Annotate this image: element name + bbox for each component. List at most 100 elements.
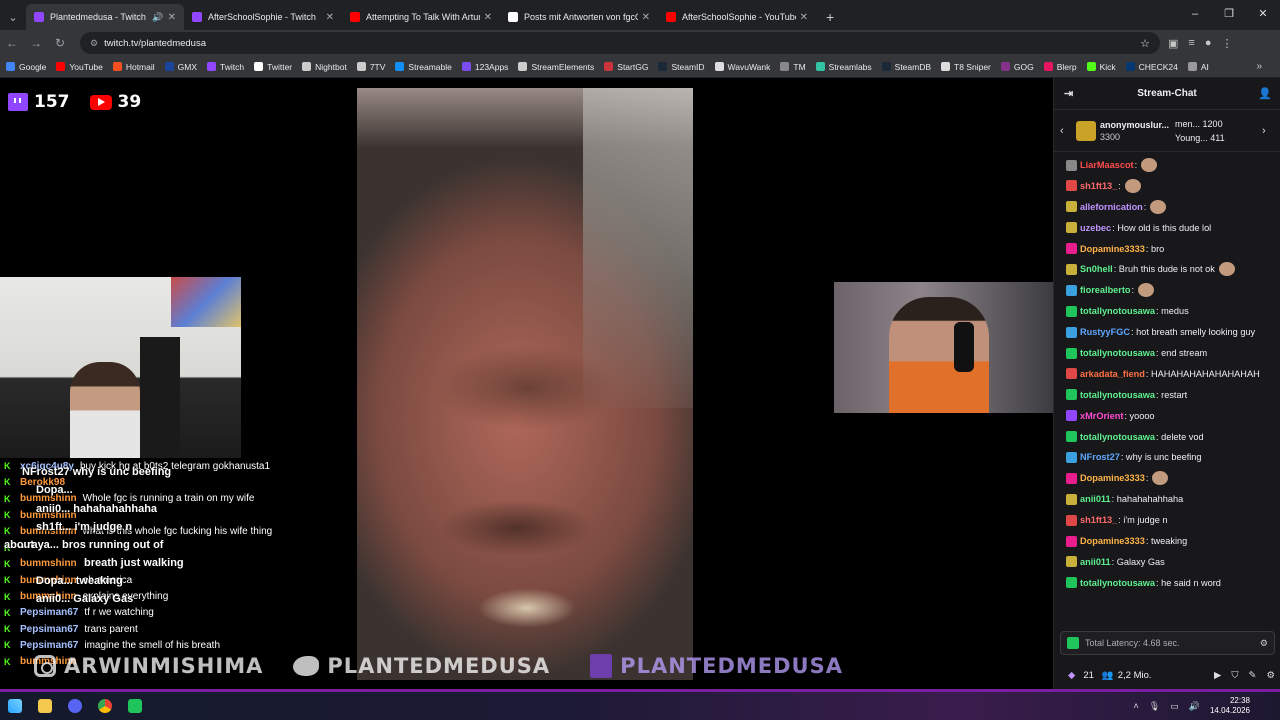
chat-message[interactable]: sh1ft13_ : i'm judge n <box>1066 513 1276 527</box>
app-icon[interactable] <box>120 692 150 720</box>
bookmark-item[interactable]: YouTube <box>56 62 103 72</box>
chat-message[interactable]: arkadata_fiend : HAHAHAHAHAHAHAHAH <box>1066 367 1276 381</box>
browser-tab[interactable]: Posts mit Antworten von fgcO5 ✕ <box>500 4 658 30</box>
bookmark-item[interactable]: 123Apps <box>461 62 508 72</box>
chat-message[interactable]: RustyyFGC : hot breath smelly looking gu… <box>1066 325 1276 339</box>
bookmark-item[interactable]: GMX <box>164 62 197 72</box>
browser-tab[interactable]: AfterSchoolSophie - Twitch ✕ <box>184 4 342 30</box>
chat-message[interactable]: totallynotousawa : he said n word <box>1066 576 1276 590</box>
new-tab-button[interactable]: + <box>816 4 844 30</box>
profile-icon[interactable]: ● <box>1205 37 1212 50</box>
close-tab-icon[interactable]: ✕ <box>800 12 808 23</box>
extensions-icon[interactable]: ▣ <box>1168 37 1178 50</box>
close-tab-icon[interactable]: ✕ <box>484 12 492 23</box>
chat-username[interactable]: totallynotousawa <box>1080 576 1155 590</box>
url-field[interactable]: ⚙ twitch.tv/plantedmedusa ☆ <box>80 32 1160 54</box>
chat-username[interactable]: allefornication <box>1080 200 1143 214</box>
audio-icon[interactable]: 🔊 <box>152 12 163 23</box>
bookmark-item[interactable]: StartGG <box>604 62 648 72</box>
menu-icon[interactable]: ⋮ <box>1221 37 1232 50</box>
chat-username[interactable]: arkadata_fiend <box>1080 367 1145 381</box>
bookmark-item[interactable]: Streamable <box>395 62 452 72</box>
chevron-right-icon[interactable]: › <box>1262 125 1274 137</box>
chat-username[interactable]: xMrOrient <box>1080 409 1123 423</box>
top-gifter[interactable]: anonymouslur... 3300 <box>1076 119 1169 143</box>
bookmark-item[interactable]: GOG <box>1000 62 1034 72</box>
network-icon[interactable]: ▭ <box>1170 701 1179 712</box>
chat-message[interactable]: Dopamine3333 : <box>1066 471 1276 486</box>
chat-username[interactable]: Dopamine3333 <box>1080 471 1145 485</box>
browser-tab[interactable]: Attempting To Talk With Arturo ✕ <box>342 4 500 30</box>
bookmark-item[interactable]: Google <box>6 62 46 72</box>
bookmark-item[interactable]: 7TV <box>356 62 385 72</box>
chat-message[interactable]: LiarMaascot : <box>1066 158 1276 172</box>
chat-username[interactable]: sh1ft13_ <box>1080 513 1117 527</box>
browser-tab[interactable]: AfterSchoolSophie - YouTube ✕ <box>658 4 816 30</box>
chat-message[interactable]: totallynotousawa : medus <box>1066 304 1276 318</box>
bits-icon[interactable]: ◆ <box>1068 670 1075 681</box>
bookmark-item[interactable]: WavuWank <box>714 62 770 72</box>
bookmark-item[interactable]: StreamElements <box>518 62 594 72</box>
bookmark-item[interactable]: Twitter <box>254 62 292 72</box>
minimize-icon[interactable]: – <box>1178 0 1212 28</box>
forward-icon[interactable]: → <box>24 36 48 50</box>
browser-tab[interactable]: Plantedmedusa - Twitch 🔊 ✕ <box>26 4 184 30</box>
chat-username[interactable]: anii011 <box>1080 492 1111 506</box>
chat-username[interactable]: fiorealberto <box>1080 283 1131 297</box>
chat-message[interactable]: anii011 : Galaxy Gas <box>1066 555 1276 569</box>
chat-message[interactable]: NFrost27 : why is unc beefing <box>1066 450 1276 464</box>
chat-username[interactable]: uzebec <box>1080 221 1111 235</box>
bookmark-item[interactable]: Twitch <box>207 62 244 72</box>
chat-message[interactable]: sh1ft13_ : <box>1066 178 1276 193</box>
video-player[interactable]: 157 39 K xc6jqc4u8y buy kick hg at b0ts2… <box>0 78 1053 689</box>
bookmark-item[interactable]: Kick <box>1086 62 1116 72</box>
bookmark-item[interactable]: Streamlabs <box>815 62 872 72</box>
bookmark-item[interactable]: SteamID <box>658 62 705 72</box>
bookmark-item[interactable]: Hotmail <box>112 62 155 72</box>
chat-username[interactable]: totallynotousawa <box>1080 430 1155 444</box>
chat-username[interactable]: anii011 <box>1080 555 1111 569</box>
bookmark-item[interactable]: SteamDB <box>881 62 931 72</box>
bookmark-item[interactable]: T8 Sniper <box>941 62 991 72</box>
bookmark-item[interactable]: AI <box>1187 62 1209 72</box>
chat-message[interactable]: allefornication : <box>1066 199 1276 214</box>
bookmark-item[interactable]: CHECK24 <box>1125 62 1178 72</box>
clock[interactable]: 22:38 14.04.2026 <box>1210 696 1250 716</box>
shield-icon[interactable]: ⛉ <box>1231 670 1238 681</box>
chat-username[interactable]: LiarMaascot <box>1080 158 1134 172</box>
close-tab-icon[interactable]: ✕ <box>642 12 650 23</box>
chat-message[interactable]: uzebec : How old is this dude lol <box>1066 221 1276 235</box>
chat-username[interactable]: NFrost27 <box>1080 450 1120 464</box>
settings-icon[interactable]: ⚙ <box>1266 670 1275 681</box>
chat-message[interactable]: Dopamine3333 : bro <box>1066 242 1276 256</box>
chat-username[interactable]: Dopamine3333 <box>1080 534 1145 548</box>
chat-message[interactable]: totallynotousawa : restart <box>1066 388 1276 402</box>
start-button[interactable] <box>0 692 30 720</box>
chevron-left-icon[interactable]: ‹ <box>1060 125 1072 137</box>
chat-username[interactable]: sh1ft13_ <box>1080 179 1117 193</box>
mic-icon[interactable]: 🎙 <box>1149 701 1160 712</box>
gifter-entry[interactable]: Young... 411 <box>1175 131 1225 145</box>
discord-icon[interactable] <box>60 692 90 720</box>
chat-username[interactable]: RustyyFGC <box>1080 325 1130 339</box>
close-tab-icon[interactable]: ✕ <box>168 12 176 23</box>
chat-username[interactable]: Sn0hell <box>1080 262 1113 276</box>
bookmark-item[interactable]: Nightbot <box>302 62 347 72</box>
file-explorer-icon[interactable] <box>30 692 60 720</box>
skip-icon[interactable]: ▶ <box>1214 670 1221 681</box>
community-icon[interactable]: 👤 <box>1258 87 1272 100</box>
chat-username[interactable]: Dopamine3333 <box>1080 242 1145 256</box>
latency-settings-icon[interactable]: ⚙ <box>1260 638 1268 649</box>
collapse-chat-icon[interactable]: ⇥ <box>1064 87 1073 100</box>
gifter-entry[interactable]: men... 1200 <box>1175 117 1225 131</box>
pen-icon[interactable]: ✎ <box>1249 670 1257 681</box>
tab-search-icon[interactable]: ⌄ <box>0 4 26 30</box>
bookmark-item[interactable]: Blerp <box>1043 62 1077 72</box>
chat-message[interactable]: anii011 : hahahahahhaha <box>1066 492 1276 506</box>
chrome-icon[interactable] <box>90 692 120 720</box>
back-icon[interactable]: ← <box>0 36 24 50</box>
chat-message[interactable]: xMrOrient : yoooo <box>1066 409 1276 423</box>
chevron-up-icon[interactable]: ˄ <box>1134 701 1139 711</box>
chat-message[interactable]: fiorealberto : <box>1066 283 1276 298</box>
maximize-icon[interactable]: ❐ <box>1212 0 1246 28</box>
